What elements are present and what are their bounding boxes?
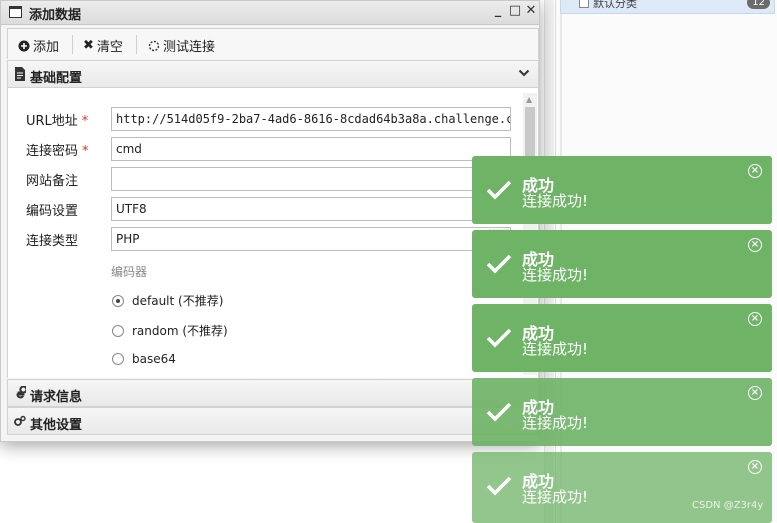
encoding-label: 编码设置: [26, 204, 79, 219]
toolbar: 添加 ✖ 清空 测试连接: [7, 28, 539, 59]
radio-icon[interactable]: [112, 324, 124, 337]
url-input[interactable]: http://514d05f9-2ba7-4ad6-8616-8cdad64b3…: [111, 107, 511, 131]
category-count-badge: 12: [747, 0, 770, 9]
encoding-select[interactable]: UTF8 ⌄: [111, 197, 511, 221]
required-mark: *: [82, 144, 89, 159]
radio-icon[interactable]: [112, 353, 124, 365]
toast-message: 连接成功!: [522, 266, 589, 284]
test-connection-button[interactable]: 测试连接: [148, 36, 215, 55]
check-icon: [486, 476, 512, 496]
toast-message: 连接成功!: [522, 192, 589, 210]
plus-circle-icon: [18, 40, 30, 51]
check-icon: [486, 402, 512, 422]
chevron-down-icon: [518, 69, 530, 77]
close-toast-icon[interactable]: ×: [748, 238, 762, 252]
check-icon: [486, 180, 512, 200]
close-toast-icon[interactable]: ×: [748, 312, 762, 326]
request-info-label: 请求信息: [30, 390, 83, 405]
connection-type-value: PHP: [116, 232, 140, 246]
add-button[interactable]: 添加: [18, 36, 59, 55]
clear-button-label: 清空: [96, 40, 123, 55]
toast-message: 连接成功!: [522, 414, 589, 432]
clear-button[interactable]: ✖ 清空: [83, 36, 123, 55]
toolbar-divider: [72, 35, 73, 54]
window-titlebar[interactable]: 添加数据 _ □ ✕: [1, 1, 539, 25]
request-info-header[interactable]: 请求信息: [7, 379, 539, 407]
minimize-button[interactable]: _: [491, 3, 505, 18]
encoder-option-label: random (不推荐): [132, 324, 228, 338]
url-label-text: URL地址: [26, 114, 78, 129]
category-checkbox[interactable]: [579, 0, 589, 8]
category-label: 默认分类: [593, 0, 637, 10]
required-mark: *: [81, 114, 89, 129]
encoding-select-value: UTF8: [116, 202, 147, 216]
spinner-icon: [148, 40, 160, 51]
toast-message: 连接成功!: [522, 340, 589, 358]
close-x-icon: ✖: [83, 38, 94, 53]
connection-type-label: 连接类型: [26, 234, 79, 249]
radio-selected-icon[interactable]: [112, 294, 124, 307]
encoder-option-random[interactable]: random (不推荐): [112, 322, 228, 339]
url-label: URL地址 *: [26, 110, 88, 129]
basic-config-header[interactable]: 基础配置: [7, 60, 539, 88]
connection-type-select[interactable]: PHP ⌄: [111, 227, 511, 251]
encoder-option-label: default (不推荐): [132, 294, 224, 308]
toolbar-divider: [136, 35, 137, 54]
document-icon: [15, 67, 25, 81]
encoder-option-label: base64: [132, 352, 176, 366]
success-toast[interactable]: 成功 连接成功! ×: [472, 304, 772, 372]
password-label: 连接密码 *: [26, 140, 89, 159]
success-toast[interactable]: 成功 连接成功! ×: [472, 378, 772, 446]
encoder-option-base64[interactable]: base64: [112, 352, 176, 366]
password-label-text: 连接密码: [26, 144, 79, 159]
check-icon: [486, 254, 512, 274]
encoder-heading: 编码器: [111, 265, 148, 279]
add-button-label: 添加: [33, 40, 60, 55]
test-connection-label: 测试连接: [163, 40, 216, 55]
close-window-button[interactable]: ✕: [524, 3, 538, 18]
close-toast-icon[interactable]: ×: [748, 386, 762, 400]
encoder-option-default[interactable]: default (不推荐): [112, 292, 223, 309]
close-toast-icon[interactable]: ×: [748, 164, 762, 178]
other-settings-label: 其他设置: [30, 418, 83, 433]
check-icon: [486, 328, 512, 348]
ie-logo-icon: [16, 386, 26, 399]
other-settings-header[interactable]: 其他设置: [7, 407, 539, 435]
window-icon: [9, 6, 22, 18]
watermark: CSDN @Z3r4y: [692, 500, 764, 511]
password-input[interactable]: cmd: [111, 137, 511, 161]
gears-icon: [14, 415, 26, 426]
toast-message: 连接成功!: [522, 488, 589, 506]
close-toast-icon[interactable]: ×: [748, 460, 762, 474]
maximize-button[interactable]: □: [508, 3, 522, 18]
basic-config-label: 基础配置: [30, 71, 83, 86]
category-list-item[interactable]: 默认分类 12: [560, 0, 775, 14]
scroll-up-icon[interactable]: ▲: [526, 95, 532, 104]
success-toast[interactable]: 成功 连接成功! ×: [472, 230, 772, 298]
success-toast[interactable]: 成功 连接成功! ×: [472, 452, 772, 523]
success-toast[interactable]: 成功 连接成功! ×: [472, 156, 772, 224]
add-data-window: 添加数据 _ □ ✕ 添加 ✖ 清空 测试连接 基础配置 ▲ URL地址 * h…: [0, 0, 540, 442]
window-title: 添加数据: [29, 8, 82, 23]
note-label: 网站备注: [26, 174, 79, 189]
note-input[interactable]: [111, 167, 511, 191]
